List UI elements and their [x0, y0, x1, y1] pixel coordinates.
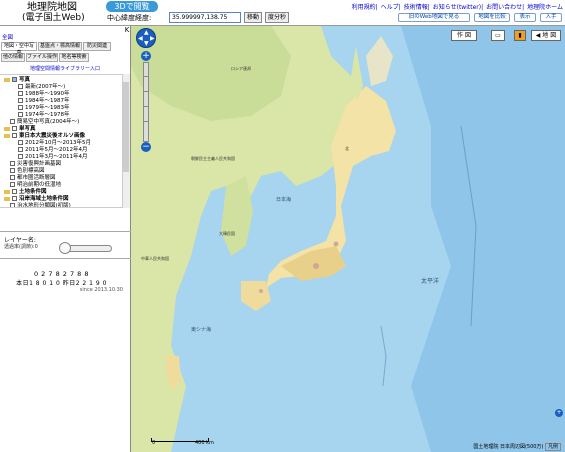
scale-label-400: 400 km	[195, 440, 214, 446]
move-button[interactable]: 移動	[244, 12, 262, 23]
tab-search[interactable]: 地名等検索	[59, 53, 89, 62]
layer-checkbox[interactable]	[18, 140, 23, 145]
zoom-tick	[143, 91, 149, 92]
link-help[interactable]: ヘルプ	[381, 4, 399, 11]
map-canvas[interactable]: 北 大韓民国 日本海 太平洋 東シナ海 中華人民共和国 朝鮮民主主義人民共和国 …	[131, 26, 565, 452]
sakuzu-button[interactable]: 作 図	[451, 30, 477, 41]
link-home[interactable]: 地理院ホーム	[527, 4, 563, 11]
all-map-link[interactable]: 全図	[2, 33, 13, 41]
layer-checkbox[interactable]	[18, 112, 23, 117]
library-link[interactable]: 地理空間情報ライブラリー入口	[30, 65, 100, 72]
pan-down-icon[interactable]: ▼	[144, 41, 149, 47]
opacity-slider-knob[interactable]	[59, 242, 71, 254]
map-label-east-china-sea: 東シナ海	[191, 327, 212, 333]
layer-checkbox[interactable]	[12, 77, 17, 82]
header-bar: 地理院地図 (電子国土Web) 3Dで閲覧 中心緯度経度: 35.999997,…	[0, 0, 565, 26]
center-coord-input[interactable]: 35.999997,138.75	[169, 12, 241, 23]
tab-other[interactable]: 他の情報	[1, 53, 25, 62]
map-label-pacific: 太平洋	[421, 278, 440, 285]
link-tech[interactable]: 技術情報	[404, 4, 428, 11]
layer-checkbox[interactable]	[18, 91, 23, 96]
link-contact[interactable]: お問い合わせ	[486, 4, 522, 11]
map-terrain	[131, 26, 565, 452]
layer-checkbox[interactable]	[12, 196, 17, 201]
folder-icon	[4, 126, 10, 131]
tree-scrollbar-thumb[interactable]	[123, 82, 129, 172]
map-label-russia: ロシア連邦	[231, 66, 251, 71]
link-terms[interactable]: 利用規約	[352, 4, 376, 11]
view-3d-button[interactable]: 3Dで閲覧	[106, 1, 158, 12]
copyright-note: 日本周辺図(500万)	[499, 444, 544, 450]
map-label-sea-of-japan: 日本海	[276, 197, 292, 203]
opacity-label: 透過率(調節):0	[4, 244, 38, 250]
counter-today: 本日1 8 0 1 0 昨日2 2 1 9 0	[16, 280, 107, 287]
layer-checkbox[interactable]	[10, 119, 15, 124]
layer-checkbox[interactable]	[18, 147, 23, 152]
map-label-north-korea: 朝鮮民主主義人民共和国	[191, 156, 235, 161]
zoom-in-button[interactable]: +	[141, 51, 151, 61]
tab-map-photo[interactable]: 地図・空中写真	[1, 42, 37, 56]
tab-elevation[interactable]: 基盤点・標高情報	[38, 42, 82, 51]
layer-checkbox[interactable]	[18, 105, 23, 110]
print-icon[interactable]: ▭	[491, 30, 505, 41]
folder-icon	[4, 189, 10, 194]
since-date: since 2013.10.30	[79, 287, 123, 293]
expand-icon[interactable]: +	[555, 409, 563, 417]
layer-checkbox[interactable]	[18, 98, 23, 103]
layer-checkbox[interactable]	[10, 168, 15, 173]
dms-button[interactable]: 度分秒	[265, 12, 289, 23]
collapse-sidebar-button[interactable]: K	[123, 26, 131, 34]
zoom-tick	[143, 121, 149, 122]
copyright-label[interactable]: 国土地理院	[473, 444, 498, 450]
folder-icon	[4, 77, 10, 82]
layer-checkbox[interactable]	[12, 189, 17, 194]
tree-item-label: 治水地形分類図(初版)	[17, 203, 71, 208]
map-menu-button[interactable]: ◀ 地 図	[531, 30, 561, 41]
map-label-china: 中華人民共和国	[141, 256, 169, 261]
zoom-slider[interactable]	[143, 62, 149, 142]
layer-checkbox[interactable]	[12, 133, 17, 138]
logo-title[interactable]: 地理院地図	[27, 2, 77, 13]
show-button[interactable]: 表示	[514, 13, 536, 22]
zoom-tick	[143, 106, 149, 107]
zoom-out-button[interactable]: −	[141, 142, 151, 152]
zoom-tick	[143, 76, 149, 77]
layer-checkbox[interactable]	[18, 84, 23, 89]
folder-icon	[4, 196, 10, 201]
pin-icon[interactable]: ▮	[514, 30, 526, 41]
counter-total: 0 2 7 8 2 7 8 8	[33, 270, 90, 278]
layer-checkbox[interactable]	[18, 154, 23, 159]
map-label-korea: 大韓民国	[219, 231, 235, 236]
pan-left-icon[interactable]: ◀	[138, 36, 143, 42]
legend-button[interactable]: 凡例	[544, 443, 561, 451]
folder-icon	[4, 133, 10, 138]
pan-up-icon[interactable]: ▲	[144, 30, 149, 36]
sidebar: K 全図 地図・空中写真 基盤点・標高情報 防災関連 他の情報 ファイル操作 地…	[0, 26, 131, 452]
logo-subtitle[interactable]: (電子国土Web)	[22, 13, 85, 23]
get-button[interactable]: 入手	[540, 13, 562, 22]
scale-label-0: 0	[152, 440, 156, 446]
map-label-hokkaido: 北	[345, 146, 349, 151]
old-web-map-button[interactable]: 旧のWeb地図で見る	[398, 13, 470, 22]
layer-checkbox[interactable]	[10, 182, 15, 187]
link-news[interactable]: お知らせ(twitter)	[433, 4, 481, 11]
layer-checkbox[interactable]	[12, 126, 17, 131]
tree-item[interactable]: 治水地形分類図(初版)	[10, 202, 71, 208]
pan-control[interactable]: ▲ ▼ ◀ ▶	[136, 28, 156, 48]
layer-checkbox[interactable]	[10, 203, 15, 207]
center-coord-label: 中心緯度経度:	[107, 14, 152, 22]
top-links: 利用規約| ヘルプ| 技術情報| お知らせ(twitter)| お問い合わせ| 地理院ホー…	[351, 4, 563, 11]
tab-disaster[interactable]: 防災関連	[83, 42, 111, 51]
layer-checkbox[interactable]	[10, 175, 15, 180]
tab-file[interactable]: ファイル操作	[26, 53, 58, 62]
layer-checkbox[interactable]	[10, 161, 15, 166]
layer-tree: 写真 最新(2007年〜) 1988年〜1990年 1984年〜1987年 1979年〜…	[0, 74, 122, 208]
compare-map-button[interactable]: 地図を比較	[474, 13, 510, 22]
copyright: 国土地理院 日本周辺図(500万) 凡例	[473, 443, 561, 451]
sidebar-tabs: 地図・空中写真 基盤点・標高情報 防災関連 他の情報 ファイル操作 地名等検索	[0, 42, 131, 63]
pan-right-icon[interactable]: ▶	[150, 36, 155, 42]
